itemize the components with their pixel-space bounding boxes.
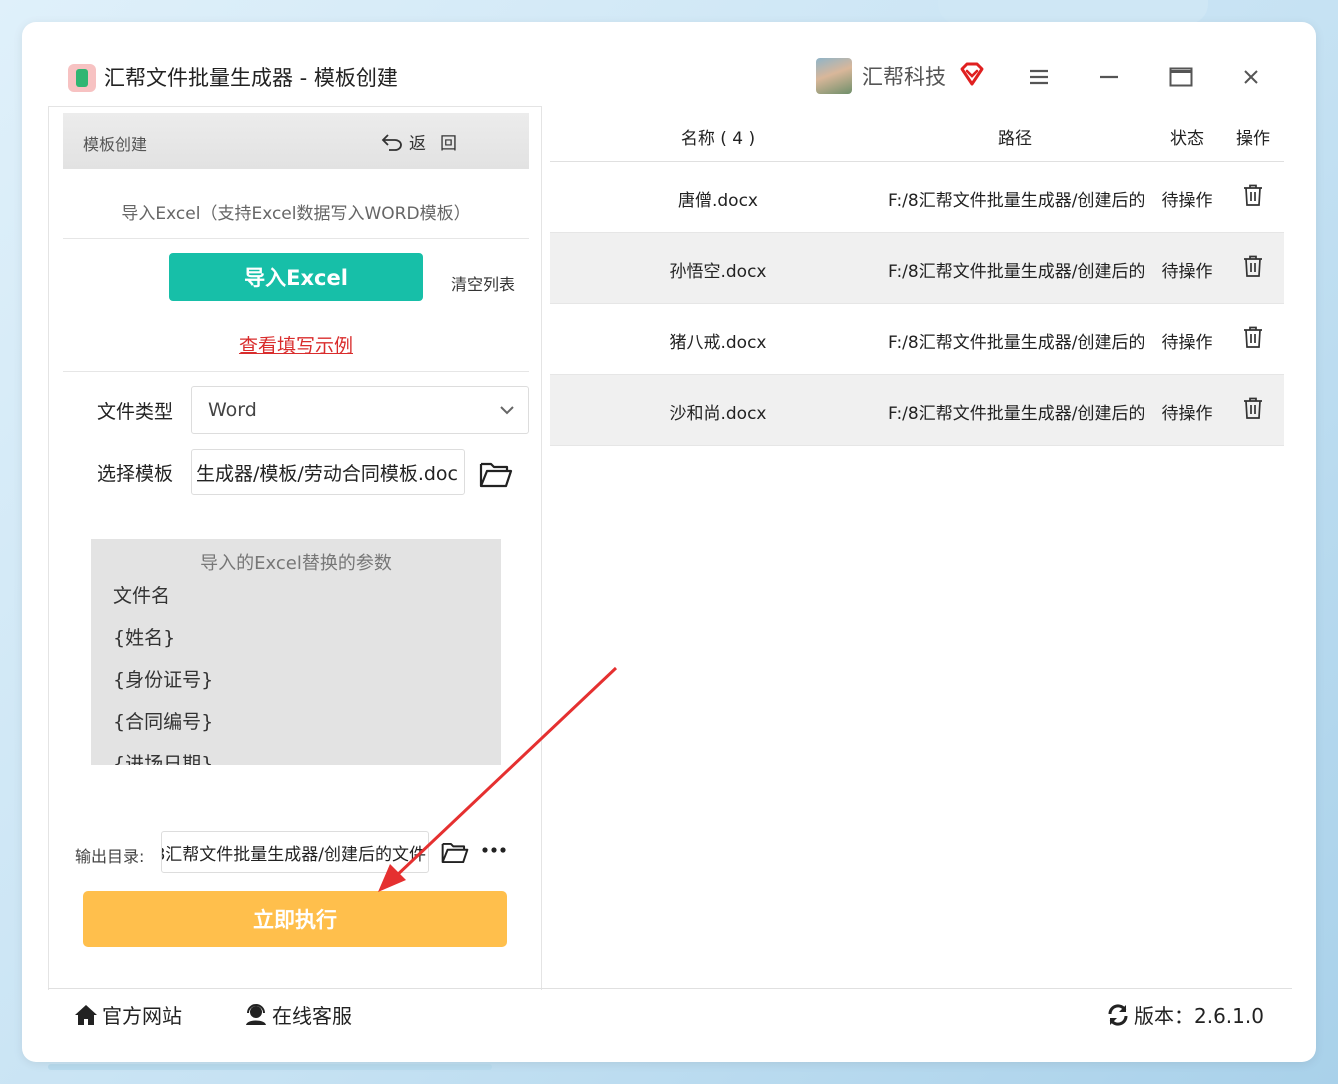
online-service-link[interactable]: 在线客服 — [244, 1000, 352, 1029]
delete-button[interactable] — [1222, 255, 1284, 282]
window-title: 汇帮文件批量生成器 - 模板创建 — [104, 66, 398, 90]
table-row[interactable]: 孙悟空.docx F:/8汇帮文件批量生成器/创建后的文件 待操作 — [550, 233, 1284, 304]
file-status: 待操作 — [1161, 404, 1213, 424]
close-button[interactable] — [1236, 62, 1266, 92]
file-type-select[interactable]: Word — [191, 386, 529, 434]
more-options-icon[interactable] — [481, 845, 507, 855]
background-decoration — [48, 1064, 492, 1070]
left-panel: 模板创建 返回 导入Excel（支持Excel数据写入WORD模板） 导入Exc… — [48, 106, 542, 990]
official-website-link[interactable]: 官方网站 — [74, 1000, 182, 1029]
file-type-label: 文件类型 — [97, 401, 174, 423]
chevron-down-icon — [500, 406, 514, 415]
column-header-path[interactable]: 路径 — [888, 124, 1142, 149]
import-excel-button[interactable]: 导入Excel — [169, 253, 423, 301]
column-header-name[interactable]: 名称 ( 4 ) — [550, 124, 886, 149]
trash-icon — [1244, 326, 1262, 348]
import-hint: 导入Excel（支持Excel数据写入WORD模板） — [121, 204, 471, 224]
file-name: 沙和尚.docx — [669, 404, 767, 424]
maximize-icon — [1169, 67, 1193, 87]
back-button[interactable]: 返回 — [381, 129, 471, 154]
table-row[interactable]: 猪八戒.docx F:/8汇帮文件批量生成器/创建后的文件 待操作 — [550, 304, 1284, 375]
minimize-icon — [1100, 75, 1118, 79]
clear-list-button[interactable]: 清空列表 — [451, 271, 515, 295]
table-row[interactable]: 沙和尚.docx F:/8汇帮文件批量生成器/创建后的文件 待操作 — [550, 375, 1284, 446]
maximize-button[interactable] — [1166, 62, 1196, 92]
online-service-label: 在线客服 — [272, 1004, 352, 1028]
customer-service-icon — [246, 1003, 266, 1025]
trash-icon — [1244, 255, 1262, 277]
file-name: 唐僧.docx — [677, 191, 758, 211]
menu-icon — [1030, 69, 1048, 85]
view-example-link[interactable]: 查看填写示例 — [49, 331, 543, 358]
file-name: 孙悟空.docx — [669, 262, 767, 282]
panel-title: 模板创建 — [83, 135, 148, 154]
file-status: 待操作 — [1161, 191, 1213, 211]
delete-button[interactable] — [1222, 184, 1284, 211]
param-item: {身份证号} — [113, 669, 214, 691]
close-icon — [1244, 70, 1258, 84]
param-item: 文件名 — [113, 585, 171, 607]
table-header: 名称 ( 4 ) 路径 状态 操作 — [550, 106, 1284, 162]
home-icon — [75, 1004, 97, 1025]
undo-arrow-icon — [381, 133, 402, 151]
version-info[interactable]: 版本：2.6.1.0 — [1106, 1000, 1264, 1029]
minimize-button[interactable] — [1094, 62, 1124, 92]
trash-icon — [1244, 184, 1262, 206]
folder-open-icon[interactable] — [441, 841, 469, 865]
column-header-operation: 操作 — [1236, 129, 1270, 149]
app-window: 汇帮文件批量生成器 - 模板创建 汇帮科技 模板创建 返回 导入Excel（支持… — [22, 22, 1316, 1062]
background-decoration — [938, 0, 1208, 24]
refresh-icon — [1108, 1003, 1128, 1026]
table-row[interactable]: 唐僧.docx F:/8汇帮文件批量生成器/创建后的文件 待操作 — [550, 162, 1284, 233]
params-list[interactable]: 导入的Excel替换的参数 文件名 {姓名} {身份证号} {合同编号} {进场… — [91, 539, 501, 765]
user-avatar[interactable] — [816, 58, 852, 94]
template-label: 选择模板 — [97, 463, 174, 485]
divider — [63, 371, 529, 372]
file-path: F:/8汇帮文件批量生成器/创建后的文件 — [888, 262, 1144, 282]
file-path: F:/8汇帮文件批量生成器/创建后的文件 — [888, 191, 1144, 211]
execute-now-button[interactable]: 立即执行 — [83, 891, 507, 947]
file-status: 待操作 — [1161, 333, 1213, 353]
delete-button[interactable] — [1222, 326, 1284, 353]
menu-button[interactable] — [1024, 62, 1054, 92]
file-table: 名称 ( 4 ) 路径 状态 操作 唐僧.docx F:/8汇帮文件批量生成器/… — [550, 106, 1284, 446]
delete-button[interactable] — [1222, 397, 1284, 424]
divider — [63, 238, 529, 239]
trash-icon — [1244, 397, 1262, 419]
file-status: 待操作 — [1161, 262, 1213, 282]
file-name: 猪八戒.docx — [669, 333, 767, 353]
param-item: {合同编号} — [113, 711, 214, 733]
app-logo-icon — [68, 64, 96, 92]
official-website-label: 官方网站 — [102, 1004, 182, 1028]
output-dir-input[interactable]: 8汇帮文件批量生成器/创建后的文件 — [161, 831, 429, 873]
back-label: 返回 — [409, 134, 471, 154]
column-header-status[interactable]: 状态 — [1152, 124, 1222, 149]
output-dir-label: 输出目录: — [75, 847, 145, 866]
panel-header: 模板创建 返回 — [63, 113, 529, 169]
company-name: 汇帮科技 — [862, 65, 946, 89]
params-title: 导入的Excel替换的参数 — [200, 553, 392, 574]
folder-open-icon[interactable] — [479, 461, 513, 489]
param-item: {进场日期} — [113, 753, 214, 765]
footer-divider — [48, 988, 1292, 989]
file-path: F:/8汇帮文件批量生成器/创建后的文件 — [888, 333, 1144, 353]
file-path: F:/8汇帮文件批量生成器/创建后的文件 — [888, 404, 1144, 424]
version-label: 版本：2.6.1.0 — [1134, 1004, 1264, 1028]
file-type-value: Word — [208, 399, 257, 421]
param-item: {姓名} — [113, 627, 176, 649]
vip-diamond-icon[interactable] — [958, 60, 986, 88]
template-path-input[interactable]: 生成器/模板/劳动合同模板.doc — [191, 449, 465, 495]
